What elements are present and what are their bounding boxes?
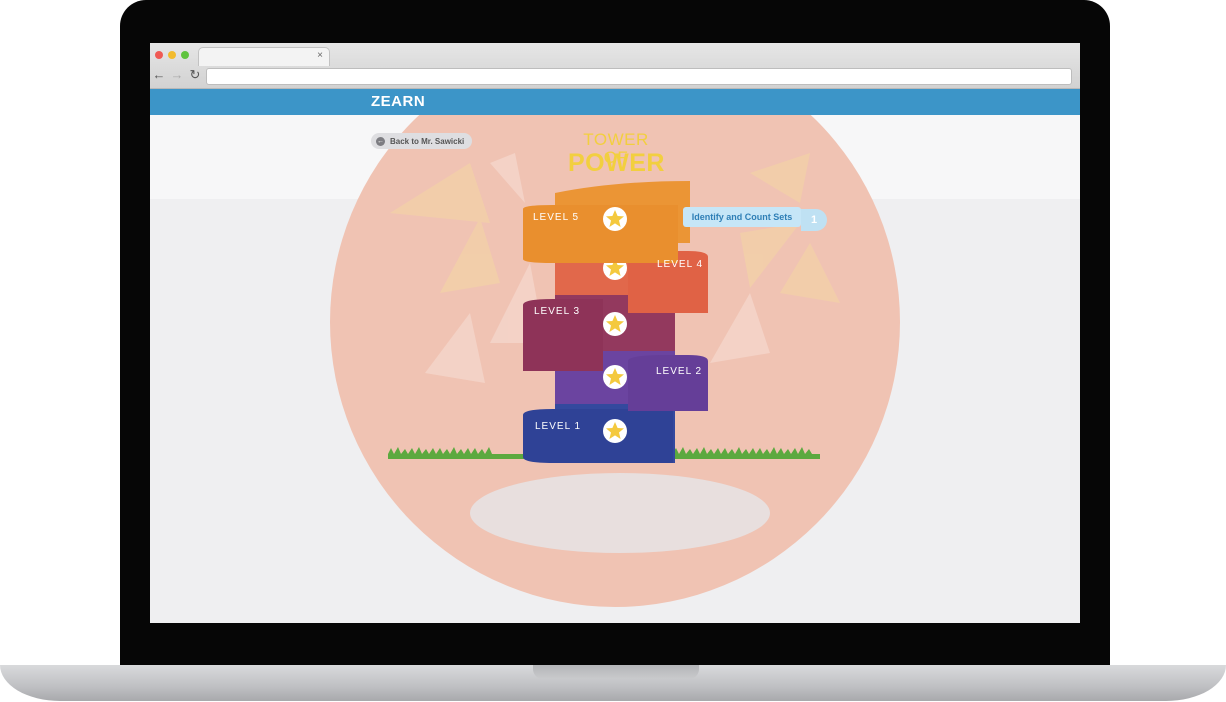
lesson-tooltip[interactable]: Identify and Count Sets [683, 207, 801, 227]
tower [388, 181, 820, 553]
level-4-label[interactable]: LEVEL 4 [657, 259, 703, 271]
level-3-label[interactable]: LEVEL 3 [534, 306, 580, 318]
level-1-label[interactable]: LEVEL 1 [535, 421, 581, 433]
browser-window: × ← → ↻ ZEARN ← Back to Mr. Sawicki TOWE… [150, 43, 1080, 623]
level-2-label[interactable]: LEVEL 2 [656, 366, 702, 378]
level-5-label[interactable]: LEVEL 5 [533, 212, 579, 224]
laptop-notch [533, 665, 699, 679]
lesson-count-badge: 1 [801, 209, 827, 231]
